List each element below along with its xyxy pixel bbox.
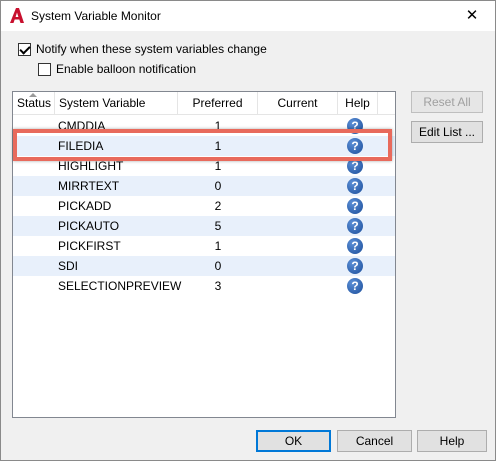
list-header: Status System Variable Preferred Current…	[13, 92, 395, 115]
preferred-value: 3	[214, 279, 222, 293]
preferred-value: 0	[214, 259, 222, 273]
help-icon[interactable]: ?	[347, 178, 363, 194]
variable-name: SELECTIONPREVIEW	[58, 279, 182, 293]
help-icon[interactable]: ?	[347, 278, 363, 294]
table-row[interactable]: SDI 0 ?	[13, 256, 395, 276]
table-row[interactable]: MIRRTEXT 0 ?	[13, 176, 395, 196]
notify-label: Notify when these system variables chang…	[36, 42, 267, 56]
help-icon[interactable]: ?	[347, 198, 363, 214]
variable-name: FILEDIA	[58, 139, 104, 153]
ok-button[interactable]: OK	[256, 430, 331, 452]
help-icon[interactable]: ?	[347, 258, 363, 274]
notify-checkbox[interactable]	[18, 42, 31, 56]
balloon-option[interactable]: Enable balloon notification	[38, 61, 196, 77]
column-current[interactable]: Current	[258, 92, 338, 115]
help-icon[interactable]: ?	[347, 218, 363, 234]
variable-name: MIRRTEXT	[58, 179, 120, 193]
preferred-value: 2	[214, 199, 222, 213]
table-row[interactable]: PICKFIRST 1 ?	[13, 236, 395, 256]
preferred-value: 1	[214, 119, 222, 133]
help-icon[interactable]: ?	[347, 138, 363, 154]
variable-name: HIGHLIGHT	[58, 159, 124, 173]
window-title: System Variable Monitor	[31, 9, 161, 23]
title-bar: System Variable Monitor ✕	[1, 1, 495, 31]
help-icon[interactable]: ?	[347, 118, 363, 134]
table-row[interactable]: CMDDIA 1 ?	[13, 116, 395, 136]
column-system-variable[interactable]: System Variable	[55, 92, 178, 115]
variable-name: PICKADD	[58, 199, 112, 213]
preferred-value: 1	[214, 239, 222, 253]
variable-name: CMDDIA	[58, 119, 106, 133]
reset-all-button[interactable]: Reset All	[411, 91, 483, 113]
preferred-value: 0	[214, 179, 222, 193]
help-icon[interactable]: ?	[347, 158, 363, 174]
variable-name: PICKAUTO	[58, 219, 120, 233]
variable-name: SDI	[58, 259, 79, 273]
column-help[interactable]: Help	[338, 92, 378, 115]
system-variable-list[interactable]: Status System Variable Preferred Current…	[12, 91, 396, 418]
notify-option[interactable]: Notify when these system variables chang…	[18, 41, 267, 57]
balloon-checkbox[interactable]	[38, 62, 51, 76]
column-status[interactable]: Status	[13, 92, 55, 115]
table-row[interactable]: FILEDIA 1 ?	[13, 136, 395, 156]
edit-list-button[interactable]: Edit List ...	[411, 121, 483, 143]
autocad-logo-icon	[10, 8, 24, 23]
preferred-value: 5	[214, 219, 222, 233]
preferred-value: 1	[214, 159, 222, 173]
cancel-button[interactable]: Cancel	[337, 430, 412, 452]
variable-name: PICKFIRST	[58, 239, 121, 253]
table-row[interactable]: HIGHLIGHT 1 ?	[13, 156, 395, 176]
system-variable-monitor-dialog: System Variable Monitor ✕ Notify when th…	[0, 0, 496, 461]
column-preferred[interactable]: Preferred	[178, 92, 258, 115]
help-icon[interactable]: ?	[347, 238, 363, 254]
preferred-value: 1	[214, 139, 222, 153]
balloon-label: Enable balloon notification	[56, 62, 197, 76]
table-row[interactable]: SELECTIONPREVIEW 3 ?	[13, 276, 395, 296]
table-row[interactable]: PICKAUTO 5 ?	[13, 216, 395, 236]
help-button[interactable]: Help	[417, 430, 487, 452]
sort-ascending-icon	[29, 93, 37, 97]
table-row[interactable]: PICKADD 2 ?	[13, 196, 395, 216]
close-button[interactable]: ✕	[449, 1, 495, 31]
